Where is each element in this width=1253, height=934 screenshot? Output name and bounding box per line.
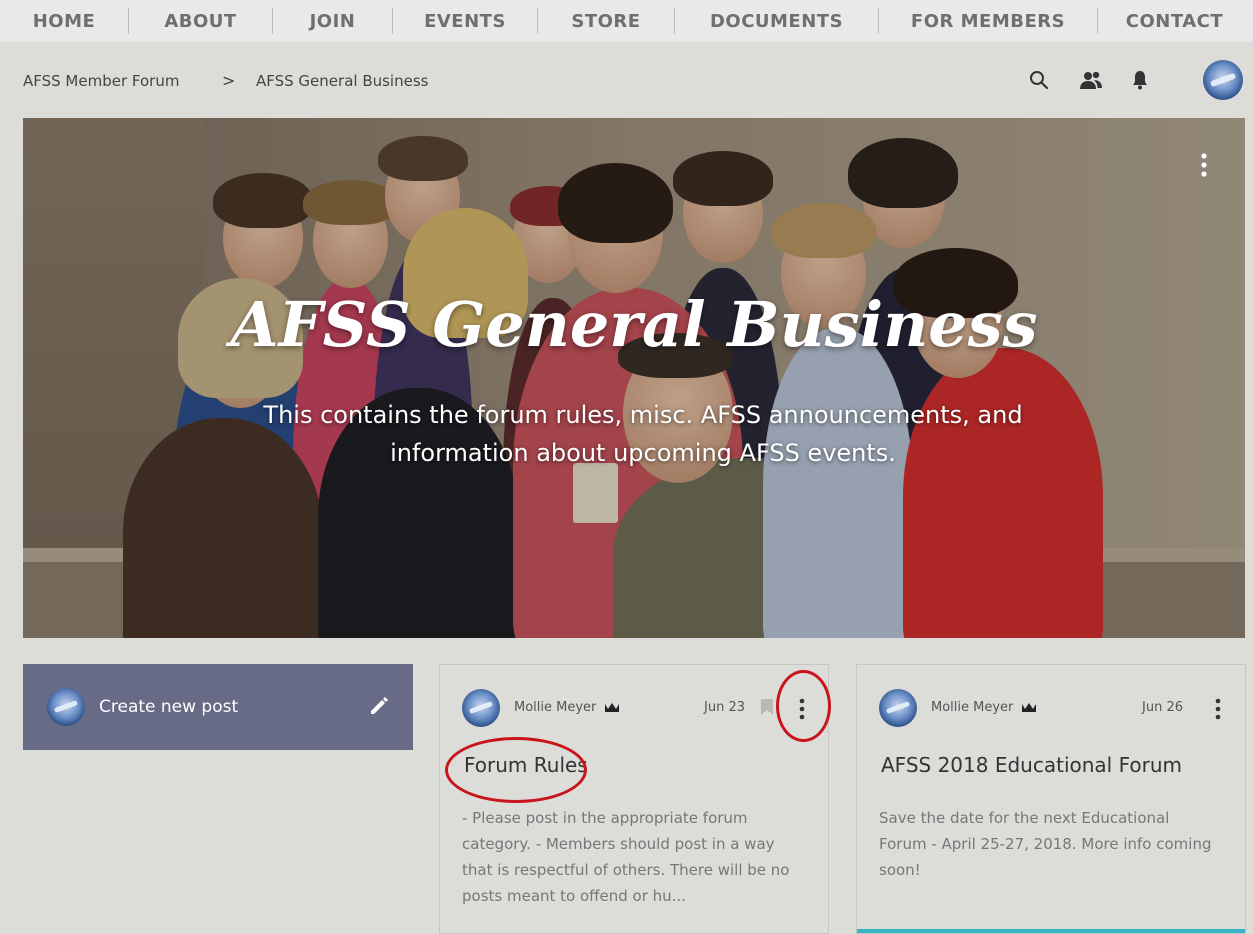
bookmark-icon[interactable] bbox=[760, 698, 774, 716]
category-title: AFSS General Business bbox=[230, 288, 1038, 361]
post-author[interactable]: Mollie Meyer bbox=[514, 700, 620, 715]
nav-events[interactable]: EVENTS bbox=[393, 0, 537, 42]
crown-icon bbox=[1021, 703, 1036, 712]
avatar bbox=[879, 689, 917, 727]
annotation-circle bbox=[776, 670, 831, 742]
forum-header: AFSS Member Forum > AFSS General Busines… bbox=[0, 42, 1253, 118]
create-post-label: Create new post bbox=[99, 697, 239, 717]
category-description-line-1: This contains the forum rules, misc. AFS… bbox=[263, 401, 1023, 429]
nav-store[interactable]: STORE bbox=[538, 0, 674, 42]
nav-documents-label: DOCUMENTS bbox=[709, 10, 844, 32]
nav-contact-label: CONTACT bbox=[1125, 10, 1224, 32]
post-date: Jun 23 bbox=[704, 700, 745, 715]
post-more-options-button[interactable] bbox=[1213, 698, 1223, 720]
annotation-circle bbox=[445, 737, 587, 803]
nav-documents[interactable]: DOCUMENTS bbox=[675, 0, 878, 42]
hero-more-options-button[interactable] bbox=[1199, 152, 1209, 178]
avatar bbox=[462, 689, 500, 727]
post-card[interactable]: Mollie Meyer Jun 23 Forum Rules - Please… bbox=[439, 664, 831, 934]
breadcrumb-current[interactable]: AFSS General Business bbox=[256, 72, 428, 90]
search-icon bbox=[1030, 71, 1049, 90]
nav-for-members[interactable]: FOR MEMBERS bbox=[879, 0, 1097, 42]
avatar[interactable] bbox=[1203, 60, 1243, 100]
category-hero: AFSS General Business This contains the … bbox=[23, 118, 1245, 638]
nav-for-members-label: FOR MEMBERS bbox=[910, 10, 1066, 32]
nav-home-label: HOME bbox=[32, 10, 96, 32]
members-icon bbox=[1080, 71, 1102, 89]
post-author-name: Mollie Meyer bbox=[514, 700, 597, 715]
avatar bbox=[47, 688, 85, 726]
post-excerpt: - Please post in the appropriate forum c… bbox=[462, 809, 790, 905]
bell-icon bbox=[1133, 71, 1147, 90]
category-description: This contains the forum rules, misc. AFS… bbox=[193, 396, 1093, 472]
post-image-strip bbox=[857, 929, 1245, 933]
nav-join-label: JOIN bbox=[309, 10, 356, 32]
nav-events-label: EVENTS bbox=[424, 10, 506, 32]
post-date: Jun 26 bbox=[1142, 700, 1183, 715]
category-description-line-2: information about upcoming AFSS events. bbox=[390, 439, 896, 467]
nav-contact[interactable]: CONTACT bbox=[1098, 0, 1251, 42]
search-button[interactable] bbox=[1025, 66, 1053, 94]
more-vertical-icon bbox=[1215, 698, 1221, 720]
create-post-button[interactable]: Create new post bbox=[23, 664, 413, 750]
post-title[interactable]: AFSS 2018 Educational Forum bbox=[881, 753, 1182, 777]
post-author[interactable]: Mollie Meyer bbox=[931, 700, 1037, 715]
nav-about[interactable]: ABOUT bbox=[129, 0, 272, 42]
top-navigation: HOME ABOUT JOIN EVENTS STORE DOCUMENTS F… bbox=[0, 0, 1253, 42]
nav-about-label: ABOUT bbox=[164, 10, 237, 32]
post-card[interactable]: Mollie Meyer Jun 26 AFSS 2018 Educationa… bbox=[856, 664, 1246, 934]
breadcrumb-separator: > bbox=[222, 71, 236, 90]
hero-dim-overlay bbox=[23, 118, 1245, 638]
breadcrumb-root[interactable]: AFSS Member Forum bbox=[23, 72, 179, 90]
crown-icon bbox=[604, 703, 619, 712]
notifications-button[interactable] bbox=[1126, 66, 1154, 94]
more-vertical-icon bbox=[1201, 153, 1207, 177]
nav-home[interactable]: HOME bbox=[0, 0, 128, 42]
nav-join[interactable]: JOIN bbox=[273, 0, 392, 42]
nav-store-label: STORE bbox=[571, 10, 641, 32]
post-excerpt: Save the date for the next Educational F… bbox=[879, 809, 1212, 879]
members-button[interactable] bbox=[1077, 66, 1105, 94]
post-author-name: Mollie Meyer bbox=[931, 700, 1014, 715]
pencil-icon bbox=[367, 694, 391, 718]
